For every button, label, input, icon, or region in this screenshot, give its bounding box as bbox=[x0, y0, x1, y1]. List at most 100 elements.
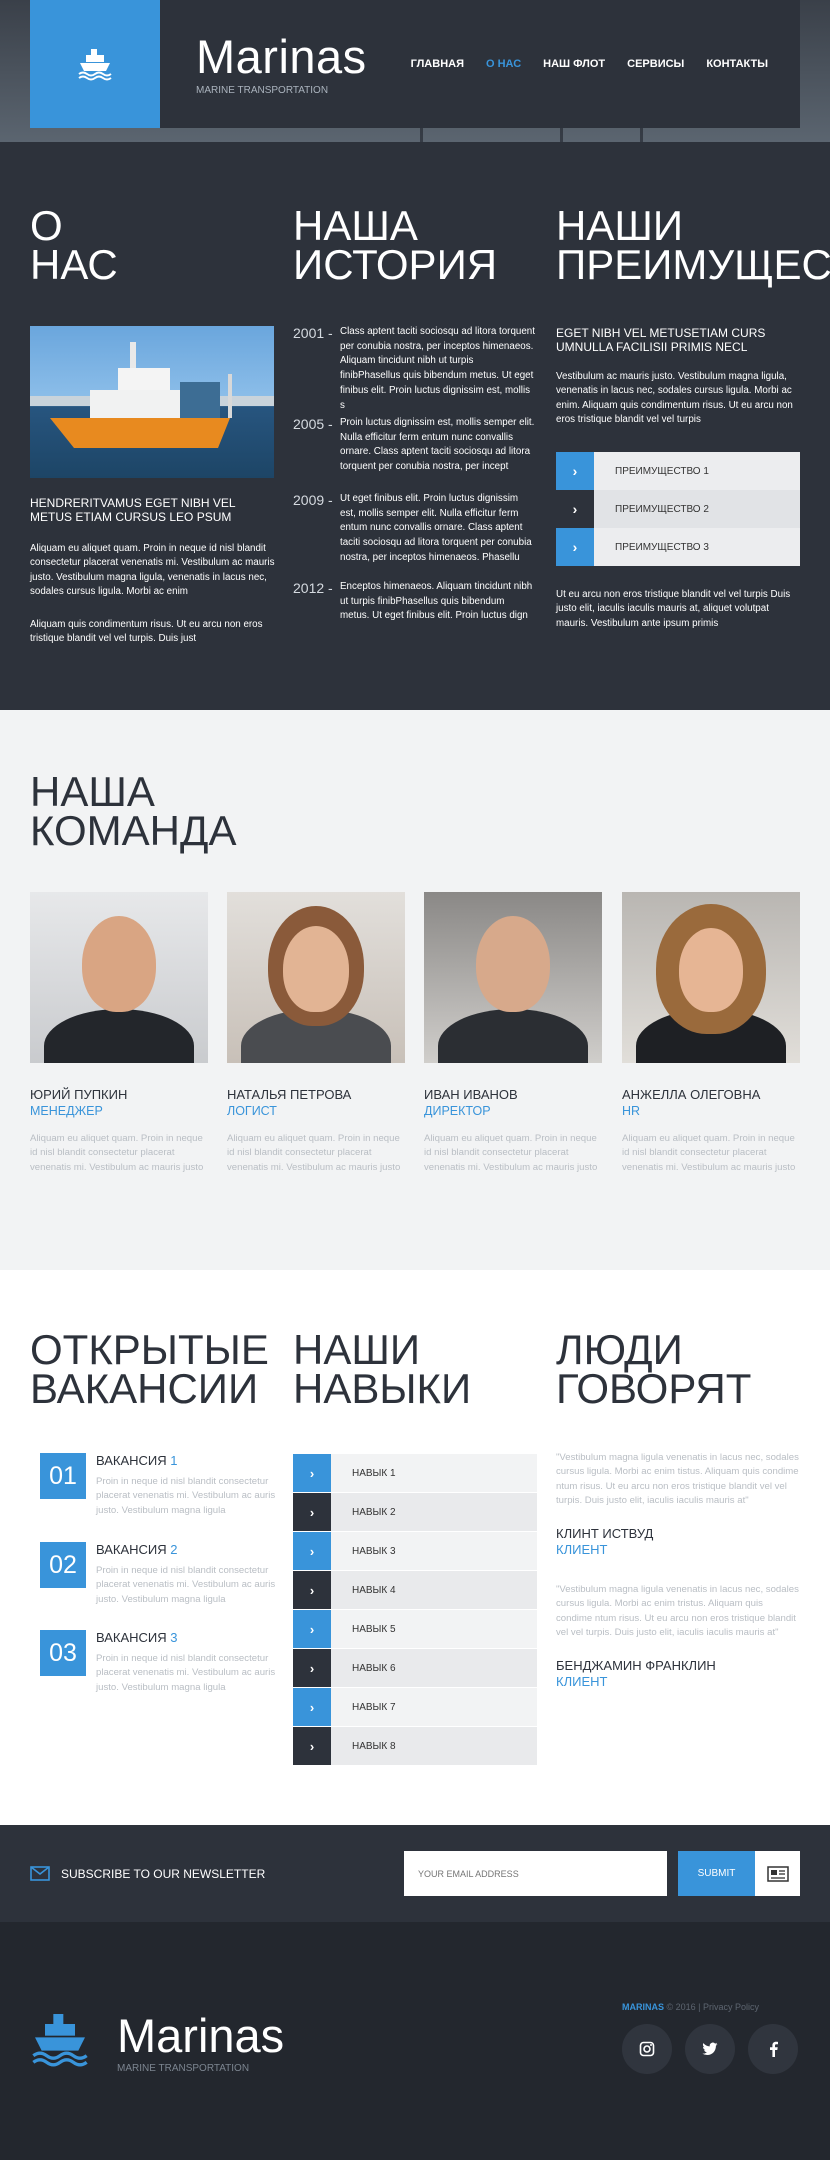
advantages-subtitle-line: EGET NIBH VEL METUSETIAM CURS bbox=[556, 326, 766, 340]
history-title-line: НАША bbox=[293, 202, 418, 249]
member-role: ДИРЕКТОР bbox=[424, 1104, 491, 1118]
member-desc: Aliquam eu aliquet quam. Proin in neque … bbox=[227, 1133, 401, 1173]
testimonial-quote: "Vestibulum magna ligula venenatis in la… bbox=[556, 1584, 799, 1639]
advantage-item[interactable]: › ПРЕИМУЩЕСТВО 3 bbox=[556, 528, 800, 566]
skill-label: НАВЫК 4 bbox=[352, 1584, 396, 1596]
team-section: НАША КОМАНДА ЮРИЙ ПУПКИН МЕНЕДЖЕР Aliqua… bbox=[0, 710, 830, 1270]
team-title-line: КОМАНДА bbox=[30, 807, 237, 854]
team-member: ЮРИЙ ПУПКИН МЕНЕДЖЕР Aliquam eu aliquet … bbox=[30, 892, 208, 1175]
history-year: 2005 - bbox=[293, 416, 333, 432]
skill-label: НАВЫК 7 bbox=[352, 1701, 396, 1713]
vacancy-title: ВАКАНСИЯ 3 bbox=[96, 1630, 178, 1645]
advantages-title-line: НАШИ bbox=[556, 202, 684, 249]
chevron-right-icon: › bbox=[293, 1649, 331, 1687]
vacancy-number: 01 bbox=[40, 1453, 86, 1499]
footer-brand-tagline: MARINE TRANSPORTATION bbox=[117, 2063, 250, 2074]
nav-services[interactable]: СЕРВИСЫ bbox=[627, 58, 684, 70]
history-text: Enceptos himenaeos. Aliquam tincidunt ni… bbox=[340, 581, 533, 622]
skill-item[interactable]: › НАВЫК 8 bbox=[293, 1727, 537, 1765]
skill-label: НАВЫК 1 bbox=[352, 1467, 396, 1479]
skill-item[interactable]: › НАВЫК 1 bbox=[293, 1454, 537, 1492]
header-bar: Marinas MARINE TRANSPORTATION ГЛАВНАЯ О … bbox=[30, 0, 800, 128]
team-member: ИВАН ИВАНОВ ДИРЕКТОР Aliquam eu aliquet … bbox=[424, 892, 602, 1175]
vacancy-desc: Proin in neque id nisl blandit consectet… bbox=[96, 1565, 276, 1605]
testimonial-role: КЛИЕНТ bbox=[556, 1674, 608, 1689]
member-name: АНЖЕЛЛА ОЛЕГОВНА bbox=[622, 1087, 761, 1102]
advantages-paragraph: Ut eu arcu non eros tristique blandit ve… bbox=[556, 589, 791, 629]
logo[interactable] bbox=[30, 0, 160, 128]
privacy-link[interactable]: Privacy Policy bbox=[703, 2002, 759, 2012]
history-year: 2009 - bbox=[293, 492, 333, 508]
avatar bbox=[622, 892, 800, 1063]
chevron-right-icon: › bbox=[293, 1571, 331, 1609]
avatar bbox=[30, 892, 208, 1063]
skills-title-line: НАШИ bbox=[293, 1326, 421, 1373]
copyright: MARINAS © 2016 | Privacy Policy bbox=[622, 2002, 759, 2012]
chevron-right-icon: › bbox=[293, 1610, 331, 1648]
chevron-right-icon: › bbox=[293, 1493, 331, 1531]
about-title-line: НАС bbox=[30, 241, 118, 288]
chevron-right-icon: › bbox=[556, 528, 594, 566]
history-year: 2001 - bbox=[293, 325, 333, 341]
member-name: НАТАЛЬЯ ПЕТРОВА bbox=[227, 1087, 352, 1102]
testimonial-name: КЛИНТ ИСТВУД bbox=[556, 1526, 654, 1541]
skill-item[interactable]: › НАВЫК 7 bbox=[293, 1688, 537, 1726]
twitter-icon[interactable] bbox=[685, 2024, 735, 2074]
skill-item[interactable]: › НАВЫК 3 bbox=[293, 1532, 537, 1570]
skill-label: НАВЫК 6 bbox=[352, 1662, 396, 1674]
header: Marinas MARINE TRANSPORTATION ГЛАВНАЯ О … bbox=[0, 0, 830, 142]
chevron-right-icon: › bbox=[556, 452, 594, 490]
nav-contacts[interactable]: КОНТАКТЫ bbox=[706, 58, 768, 70]
brand: Marinas MARINE TRANSPORTATION bbox=[196, 33, 367, 96]
advantage-label: ПРЕИМУЩЕСТВО 3 bbox=[615, 541, 709, 553]
vacancies-title: ОТКРЫТЫЕ ВАКАНСИИ bbox=[30, 1329, 269, 1412]
member-role: МЕНЕДЖЕР bbox=[30, 1104, 103, 1118]
advantages-paragraph: Vestibulum ac mauris justo. Vestibulum m… bbox=[556, 371, 793, 426]
skill-item[interactable]: › НАВЫК 2 bbox=[293, 1493, 537, 1531]
vacancies-skills-section: ОТКРЫТЫЕ ВАКАНСИИ НАШИ НАВЫКИ ЛЮДИ ГОВОР… bbox=[0, 1270, 830, 1825]
history-title: НАША ИСТОРИЯ bbox=[293, 202, 497, 286]
skill-item[interactable]: › НАВЫК 6 bbox=[293, 1649, 537, 1687]
skill-label: НАВЫК 3 bbox=[352, 1545, 396, 1557]
history-text: Proin luctus dignissim est, mollis sempe… bbox=[340, 417, 535, 473]
ship-icon[interactable] bbox=[30, 2010, 90, 2068]
vacancy-number: 02 bbox=[40, 1542, 86, 1588]
email-input[interactable] bbox=[404, 1851, 667, 1896]
skill-item[interactable]: › НАВЫК 4 bbox=[293, 1571, 537, 1609]
instagram-icon[interactable] bbox=[622, 2024, 672, 2074]
footer: Marinas MARINE TRANSPORTATION MARINAS © … bbox=[0, 1922, 830, 2160]
advantage-item[interactable]: › ПРЕИМУЩЕСТВО 2 bbox=[556, 490, 800, 528]
testimonials-title-line: ГОВОРЯТ bbox=[556, 1365, 752, 1412]
testimonial-name: БЕНДЖАМИН ФРАНКЛИН bbox=[556, 1658, 716, 1673]
newsletter-label: SUBSCRIBE TO OUR NEWSLETTER bbox=[61, 1867, 266, 1881]
team-title-line: НАША bbox=[30, 768, 155, 815]
advantage-label: ПРЕИМУЩЕСТВО 2 bbox=[615, 503, 709, 515]
nav-about[interactable]: О НАС bbox=[486, 58, 521, 70]
member-name: ИВАН ИВАНОВ bbox=[424, 1087, 518, 1102]
envelope-icon bbox=[30, 1866, 50, 1881]
team-title: НАША КОМАНДА bbox=[30, 768, 237, 854]
member-role: HR bbox=[622, 1104, 641, 1118]
member-role: ЛОГИСТ bbox=[227, 1104, 277, 1118]
main-nav: ГЛАВНАЯ О НАС НАШ ФЛОТ СЕРВИСЫ КОНТАКТЫ bbox=[411, 58, 768, 70]
about-paragraph: Aliquam eu aliquet quam. Proin in neque … bbox=[30, 543, 275, 598]
member-desc: Aliquam eu aliquet quam. Proin in neque … bbox=[622, 1133, 796, 1173]
testimonial-role: КЛИЕНТ bbox=[556, 1542, 608, 1557]
ship-photo bbox=[30, 326, 274, 478]
nav-home[interactable]: ГЛАВНАЯ bbox=[411, 58, 464, 70]
nav-fleet[interactable]: НАШ ФЛОТ bbox=[543, 58, 605, 70]
history-text: Class aptent taciti sociosqu ad litora t… bbox=[340, 326, 535, 411]
vacancies-title-line: ВАКАНСИИ bbox=[30, 1365, 259, 1412]
ship-icon bbox=[78, 49, 112, 81]
vacancy-title: ВАКАНСИЯ 2 bbox=[96, 1542, 178, 1557]
team-member: АНЖЕЛЛА ОЛЕГОВНА HR Aliquam eu aliquet q… bbox=[622, 892, 800, 1175]
facebook-icon[interactable] bbox=[748, 2024, 798, 2074]
about-paragraph: Aliquam quis condimentum risus. Ut eu ar… bbox=[30, 619, 263, 645]
chevron-right-icon: › bbox=[556, 490, 594, 528]
advantage-item[interactable]: › ПРЕИМУЩЕСТВО 1 bbox=[556, 452, 800, 490]
newspaper-icon[interactable] bbox=[755, 1851, 800, 1896]
about-subtitle: HENDRERITVAMUS EGET NIBH VEL METUS ETIAM… bbox=[30, 496, 236, 524]
skill-item[interactable]: › НАВЫК 5 bbox=[293, 1610, 537, 1648]
vacancy-title: ВАКАНСИЯ 1 bbox=[96, 1453, 178, 1468]
submit-button[interactable]: SUBMIT bbox=[678, 1851, 755, 1896]
